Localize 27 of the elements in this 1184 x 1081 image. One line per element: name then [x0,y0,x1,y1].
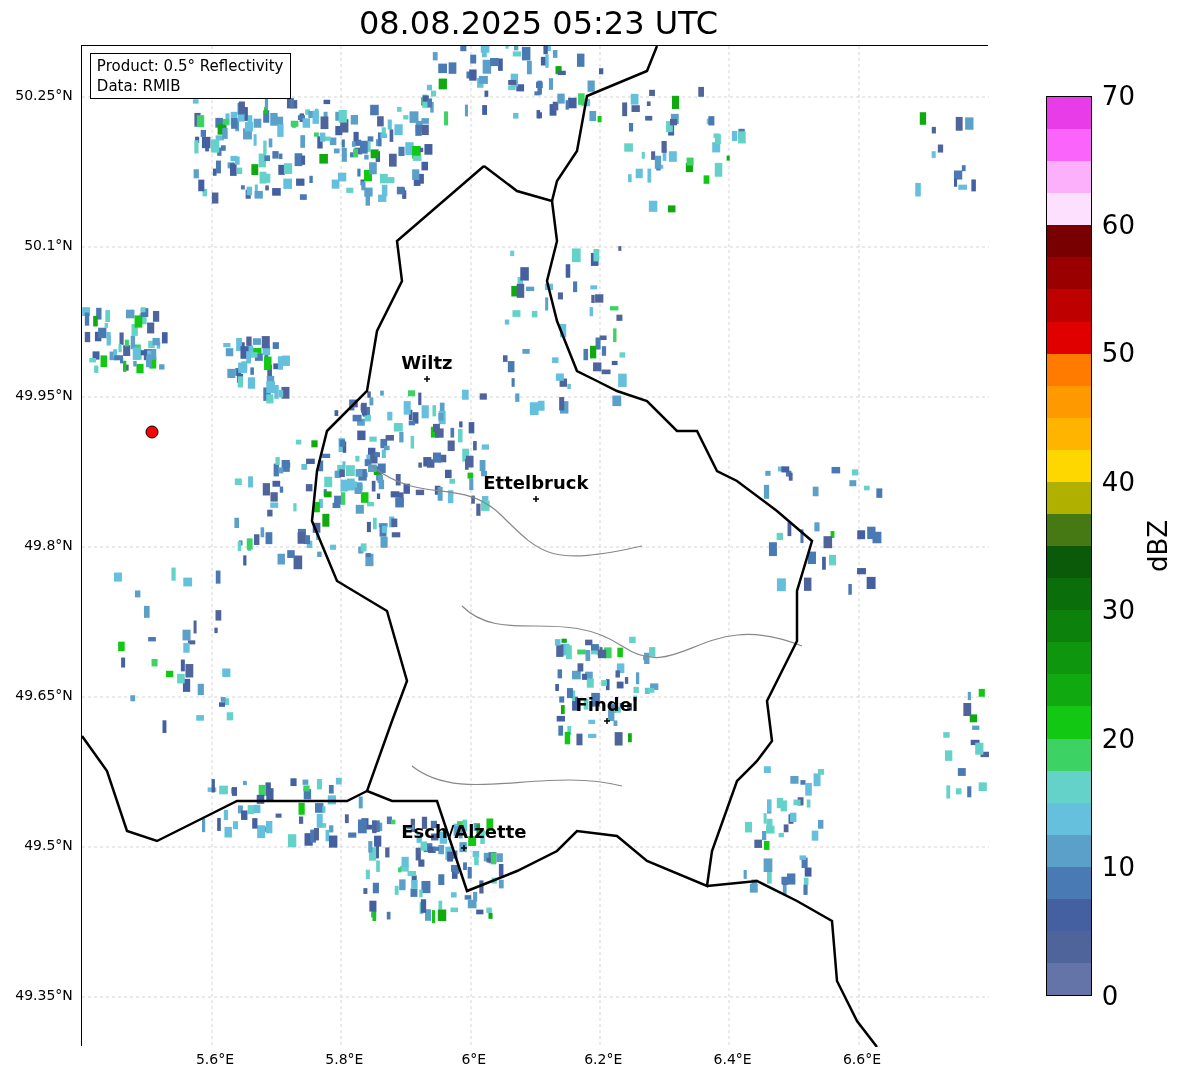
colorbar-label: dBZ [1144,519,1171,573]
colorbar-tick-label: 60 [1101,211,1135,238]
longitude-label: 6.6°E [842,1052,882,1066]
latitude-label: 50.1°N [24,238,73,252]
colorbar-tick-label: 40 [1101,468,1135,495]
colorbar-tick-label: 30 [1101,597,1135,624]
city-label: Wiltz [401,354,453,372]
latitude-label: 49.65°N [15,688,73,702]
latitude-label: 50.25°N [15,88,73,102]
chart-title: 08.08.2025 05:23 UTC [358,6,719,39]
latitude-label: 49.35°N [15,988,73,1002]
longitude-label: 5.6°E [195,1052,235,1066]
legend-text: Product: 0.5° Reflectivity [96,56,284,76]
longitude-label: 6.2°E [584,1052,623,1066]
longitude-label: 6°E [461,1052,487,1066]
latitude-label: 49.8°N [24,538,73,552]
colorbar-tick-label: 70 [1101,83,1135,109]
longitude-label: 5.8°E [325,1052,364,1066]
city-label: Ettelbruck [483,474,589,492]
latitude-label: 49.5°N [24,838,73,852]
legend-text: Data: RMIB [96,76,182,96]
longitude-label: 6.4°E [713,1052,752,1066]
colorbar-tick-label: 50 [1101,340,1135,367]
colorbar-tick-label: 10 [1101,854,1135,881]
latitude-label: 49.95°N [15,388,73,402]
colorbar-tick-label: 20 [1101,725,1135,752]
colorbar-tick-label: 0 [1101,983,1119,1009]
